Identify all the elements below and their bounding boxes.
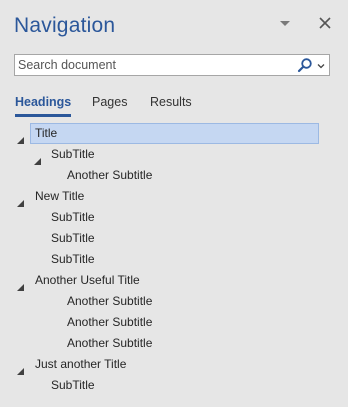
heading-label: Another Subtitle: [67, 315, 153, 329]
heading-item[interactable]: New Title: [0, 186, 348, 207]
heading-label: SubTitle: [51, 378, 95, 392]
heading-label: SubTitle: [51, 252, 95, 266]
tab-pages[interactable]: Pages: [92, 94, 127, 114]
heading-item[interactable]: SubTitle: [0, 207, 348, 228]
heading-label: SubTitle: [51, 231, 95, 245]
heading-item[interactable]: Another Subtitle: [0, 312, 348, 333]
tab-results[interactable]: Results: [150, 94, 192, 114]
heading-label: Another Subtitle: [67, 294, 153, 308]
heading-item[interactable]: SubTitle: [0, 228, 348, 249]
expanded-triangle-icon[interactable]: [17, 277, 24, 291]
heading-label: SubTitle: [51, 147, 95, 161]
heading-item[interactable]: Another Subtitle: [0, 333, 348, 354]
heading-item[interactable]: Another Subtitle: [0, 291, 348, 312]
heading-label: Another Subtitle: [67, 168, 153, 182]
expanded-triangle-icon[interactable]: [17, 193, 24, 207]
search-input[interactable]: [15, 55, 294, 75]
pane-title: Navigation: [14, 14, 116, 37]
expanded-triangle-icon[interactable]: [17, 130, 24, 144]
heading-item[interactable]: Another Subtitle: [0, 165, 348, 186]
heading-item[interactable]: Title: [0, 123, 348, 144]
close-icon[interactable]: [318, 16, 332, 30]
expanded-triangle-icon[interactable]: [17, 361, 24, 375]
selection-highlight: [30, 123, 319, 144]
heading-item[interactable]: Just another Title: [0, 354, 348, 375]
tab-headings[interactable]: Headings: [15, 94, 72, 117]
heading-label: Another Subtitle: [67, 336, 153, 350]
heading-label: New Title: [35, 189, 85, 203]
chevron-down-icon[interactable]: [316, 59, 326, 71]
heading-label: Another Useful Title: [35, 273, 140, 287]
expanded-triangle-icon[interactable]: [34, 151, 41, 165]
heading-label: Just another Title: [35, 357, 127, 371]
heading-item[interactable]: SubTitle: [0, 144, 348, 165]
heading-label: Title: [35, 126, 58, 140]
magnifier-icon[interactable]: [297, 57, 313, 73]
search-box: [14, 54, 330, 76]
heading-item[interactable]: Another Useful Title: [0, 270, 348, 291]
view-tabs: Headings Pages Results: [14, 94, 334, 120]
pane-options-menu-icon[interactable]: [278, 17, 292, 31]
heading-label: SubTitle: [51, 210, 95, 224]
heading-item[interactable]: SubTitle: [0, 375, 348, 396]
navigation-pane: Navigation Headings Pages Results Tit: [0, 0, 348, 407]
heading-item[interactable]: SubTitle: [0, 249, 348, 270]
